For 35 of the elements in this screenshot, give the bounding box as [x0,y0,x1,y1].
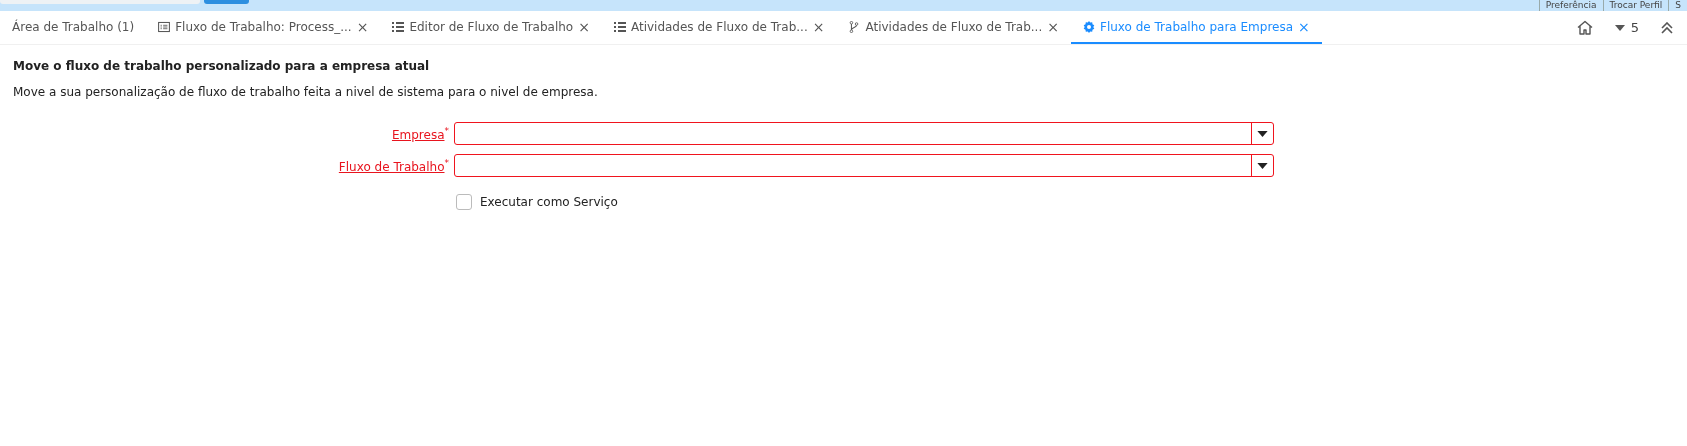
caret-icon [1257,130,1268,137]
required-mark: * [444,157,449,168]
close-icon[interactable]: × [356,19,369,34]
collapse-icon[interactable] [1661,21,1673,34]
form-title: Move o fluxo de trabalho personalizado para a empresa atual [13,59,431,73]
close-icon[interactable]: × [1047,19,1059,34]
header-link[interactable]: Preferência [1538,0,1603,11]
tab[interactable]: Atividades de Fluxo de Trab... × [836,11,1071,44]
header-link[interactable]: Trocar Perfil [1602,0,1669,11]
caret-icon [1614,24,1625,31]
form-description: Move a sua personalização de fluxo de trabalho feita a nivel de sistema para o nivel de empresa. [13,85,599,99]
required-mark: * [444,125,449,136]
gear-icon [1083,20,1095,33]
header-link[interactable]: S [1668,0,1687,11]
branch-icon [848,20,861,33]
checkbox-label: Executar como Serviço [480,195,618,209]
document-icon [158,20,171,33]
tab[interactable]: Fluxo de Trabalho: Process_... × [146,11,381,44]
caret-icon [1257,162,1268,169]
dropdown-field[interactable] [454,122,1274,145]
list-icon [392,20,405,33]
tab[interactable]: Editor de Fluxo de Trabalho × [380,11,602,44]
tab[interactable]: Área de Trabalho (1) [0,11,147,44]
field-label[interactable]: Fluxo de Trabalho [338,159,445,174]
tab-count-dropdown[interactable]: 5 [1614,20,1639,35]
home-icon[interactable] [1576,20,1593,35]
list-icon [613,20,626,33]
field-label[interactable]: Empresa [391,127,445,142]
tab[interactable]: Atividades de Fluxo de Trab... × [601,11,837,44]
close-icon[interactable]: × [1298,19,1310,34]
checkbox[interactable] [456,194,472,210]
tab[interactable]: Fluxo de Trabalho para Empresa × [1071,11,1322,44]
close-icon[interactable]: × [578,19,590,34]
close-icon[interactable]: × [812,19,825,34]
dropdown-field[interactable] [454,154,1274,177]
